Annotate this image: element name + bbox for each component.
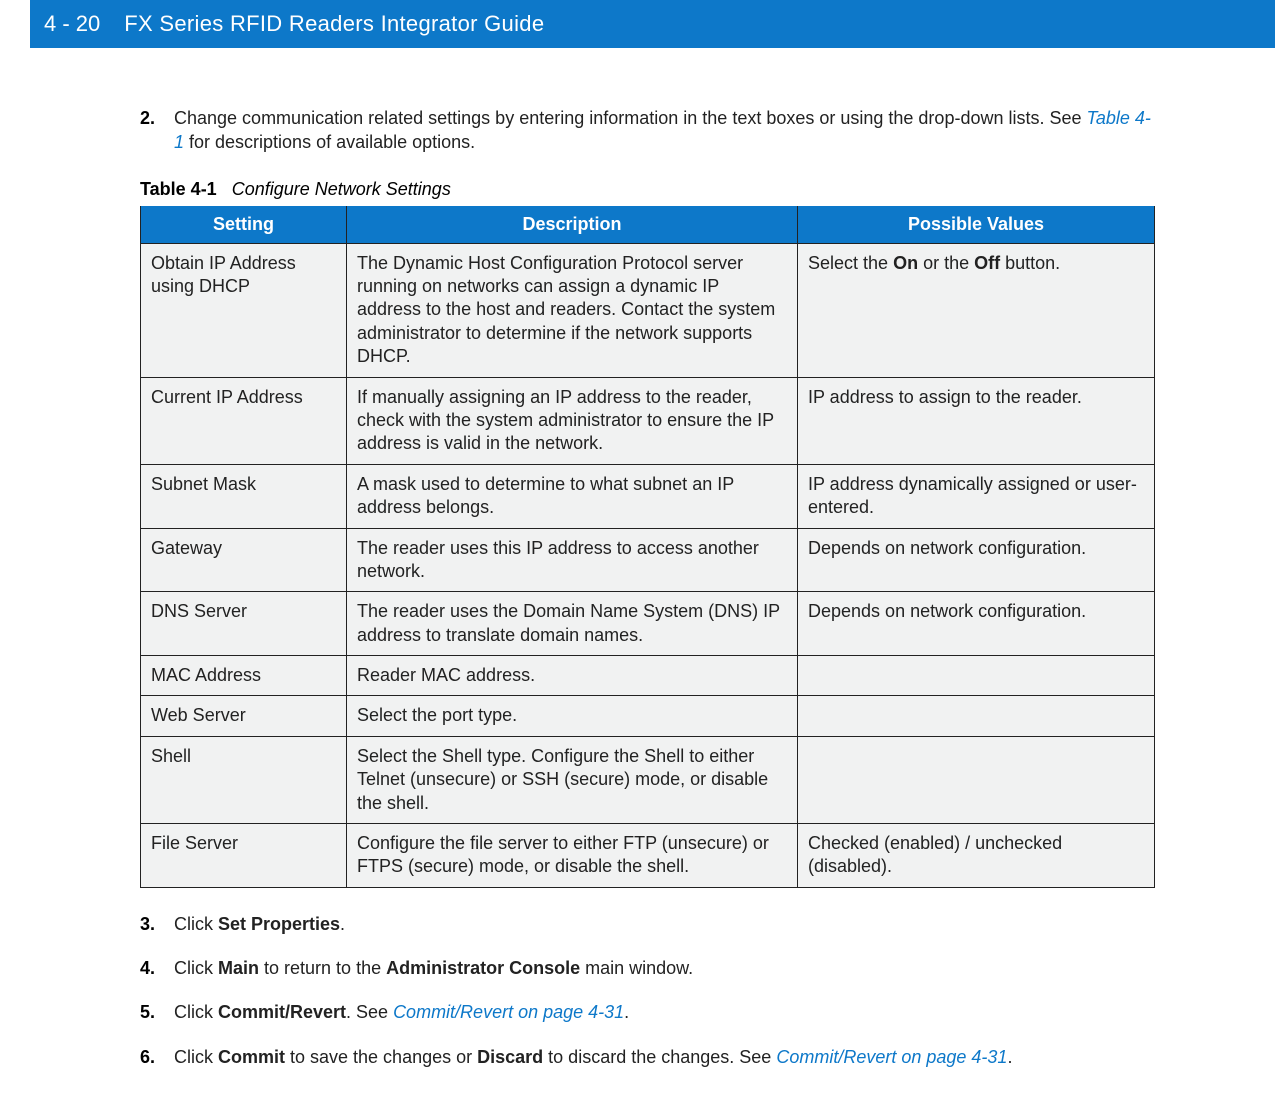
table-row: Shell Select the Shell type. Configure t… bbox=[141, 736, 1155, 823]
table-title: Configure Network Settings bbox=[232, 179, 451, 199]
cell-description: Select the Shell type. Configure the She… bbox=[347, 736, 798, 823]
col-header-setting: Setting bbox=[141, 206, 347, 244]
page-number: 4 - 20 bbox=[44, 11, 100, 37]
cell-values: IP address dynamically assigned or user-… bbox=[798, 464, 1155, 528]
cell-setting: Obtain IP Address using DHCP bbox=[141, 243, 347, 377]
table-row: Current IP Address If manually assigning… bbox=[141, 377, 1155, 464]
commit-revert-link[interactable]: Commit/Revert on page 4-31 bbox=[393, 1002, 624, 1022]
table-row: DNS Server The reader uses the Domain Na… bbox=[141, 592, 1155, 656]
step-5: 5. Click Commit/Revert. See Commit/Rever… bbox=[140, 1000, 1155, 1024]
step-text: Click Main to return to the Administrato… bbox=[174, 956, 1155, 980]
cell-values bbox=[798, 696, 1155, 736]
table-row: Web Server Select the port type. bbox=[141, 696, 1155, 736]
cell-setting: DNS Server bbox=[141, 592, 347, 656]
cell-setting: Web Server bbox=[141, 696, 347, 736]
table-row: MAC Address Reader MAC address. bbox=[141, 656, 1155, 696]
network-settings-table: Setting Description Possible Values Obta… bbox=[140, 206, 1155, 888]
cell-description: A mask used to determine to what subnet … bbox=[347, 464, 798, 528]
page-content: 2. Change communication related settings… bbox=[0, 48, 1275, 1115]
cell-description: Select the port type. bbox=[347, 696, 798, 736]
cell-values bbox=[798, 656, 1155, 696]
page-header: 4 - 20 FX Series RFID Readers Integrator… bbox=[30, 0, 1275, 48]
step-3: 3. Click Set Properties. bbox=[140, 912, 1155, 936]
table-row: Subnet Mask A mask used to determine to … bbox=[141, 464, 1155, 528]
table-row: Gateway The reader uses this IP address … bbox=[141, 528, 1155, 592]
cell-description: The reader uses this IP address to acces… bbox=[347, 528, 798, 592]
cell-setting: Gateway bbox=[141, 528, 347, 592]
step-6: 6. Click Commit to save the changes or D… bbox=[140, 1045, 1155, 1069]
cell-values: Select the On or the Off button. bbox=[798, 243, 1155, 377]
document-title: FX Series RFID Readers Integrator Guide bbox=[124, 11, 544, 37]
step-text: Click Commit/Revert. See Commit/Revert o… bbox=[174, 1000, 1155, 1024]
step-number: 3. bbox=[140, 912, 174, 936]
cell-values: Depends on network configuration. bbox=[798, 592, 1155, 656]
cell-description: Configure the file server to either FTP … bbox=[347, 824, 798, 888]
cell-setting: Shell bbox=[141, 736, 347, 823]
step-text: Change communication related settings by… bbox=[174, 106, 1155, 155]
cell-values bbox=[798, 736, 1155, 823]
cell-description: The Dynamic Host Configuration Protocol … bbox=[347, 243, 798, 377]
col-header-values: Possible Values bbox=[798, 206, 1155, 244]
step-number: 5. bbox=[140, 1000, 174, 1024]
step-number: 2. bbox=[140, 106, 174, 155]
cell-values: Checked (enabled) / unchecked (disabled)… bbox=[798, 824, 1155, 888]
cell-setting: Subnet Mask bbox=[141, 464, 347, 528]
cell-setting: Current IP Address bbox=[141, 377, 347, 464]
step-text: Click Set Properties. bbox=[174, 912, 1155, 936]
table-label: Table 4-1 bbox=[140, 179, 217, 199]
col-header-description: Description bbox=[347, 206, 798, 244]
cell-setting: File Server bbox=[141, 824, 347, 888]
cell-setting: MAC Address bbox=[141, 656, 347, 696]
commit-revert-link[interactable]: Commit/Revert on page 4-31 bbox=[776, 1047, 1007, 1067]
step-4: 4. Click Main to return to the Administr… bbox=[140, 956, 1155, 980]
cell-description: Reader MAC address. bbox=[347, 656, 798, 696]
table-row: Obtain IP Address using DHCP The Dynamic… bbox=[141, 243, 1155, 377]
step-number: 4. bbox=[140, 956, 174, 980]
cell-description: If manually assigning an IP address to t… bbox=[347, 377, 798, 464]
step-2: 2. Change communication related settings… bbox=[140, 106, 1155, 155]
table-row: File Server Configure the file server to… bbox=[141, 824, 1155, 888]
table-caption: Table 4-1 Configure Network Settings bbox=[140, 179, 1155, 200]
cell-values: IP address to assign to the reader. bbox=[798, 377, 1155, 464]
step-text: Click Commit to save the changes or Disc… bbox=[174, 1045, 1155, 1069]
step-number: 6. bbox=[140, 1045, 174, 1069]
cell-description: The reader uses the Domain Name System (… bbox=[347, 592, 798, 656]
cell-values: Depends on network configuration. bbox=[798, 528, 1155, 592]
